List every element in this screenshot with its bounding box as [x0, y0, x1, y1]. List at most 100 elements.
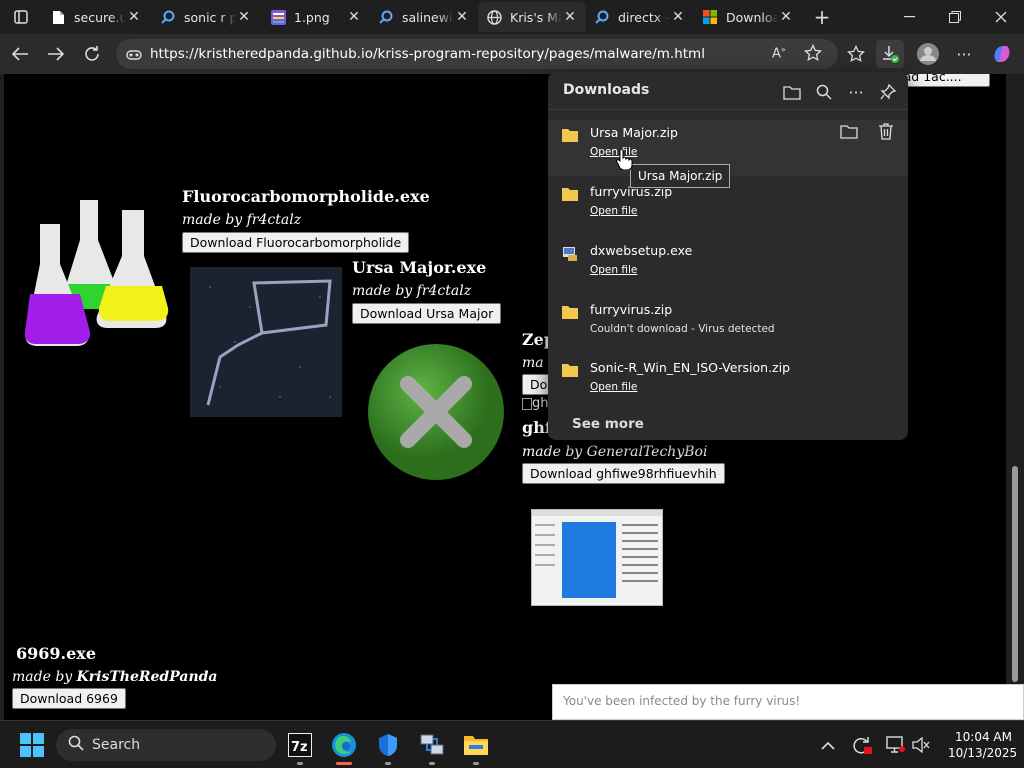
new-tab-button[interactable]: +: [802, 0, 842, 34]
tab-5[interactable]: directx - ✕: [586, 2, 694, 32]
page-scrollbar[interactable]: [1006, 74, 1024, 720]
download-6969-button[interactable]: Download 6969: [12, 688, 126, 709]
folder-icon: [562, 129, 578, 142]
download-ursa-major-button[interactable]: Download Ursa Major: [352, 303, 502, 324]
globe-icon: [486, 9, 502, 25]
constellation-image: [190, 267, 342, 417]
close-window-button[interactable]: [978, 0, 1024, 34]
windows-start-icon[interactable]: [12, 725, 52, 765]
back-button[interactable]: [6, 40, 34, 68]
tab-title: Kris's Ma: [510, 9, 562, 25]
sync-alert-icon[interactable]: [844, 725, 880, 765]
restore-button[interactable]: [932, 0, 978, 34]
download-zep-button[interactable]: Do: [522, 374, 550, 395]
defender-icon[interactable]: [368, 725, 408, 765]
downloads-icon[interactable]: [876, 40, 904, 68]
tab-title: 1.png: [294, 9, 330, 25]
infection-notification: You've been infected by the furry virus!: [552, 684, 1024, 720]
tab-title: salinewin: [402, 9, 454, 25]
taskbar: Search 7z 10:04 AM 10/13/2025: [0, 720, 1024, 768]
minimize-button[interactable]: [886, 0, 932, 34]
copilot-icon[interactable]: [988, 40, 1016, 68]
close-tab-icon[interactable]: ✕: [346, 9, 362, 25]
tab-title: secure.ul: [74, 9, 126, 25]
program-title: Ursa Major.exe: [352, 258, 487, 277]
open-file-link[interactable]: Open file: [590, 381, 637, 393]
edge-icon[interactable]: [324, 725, 364, 765]
close-tab-icon[interactable]: ✕: [778, 9, 794, 25]
image-icon: [270, 9, 286, 25]
close-tab-icon[interactable]: ✕: [454, 9, 470, 25]
download-item[interactable]: dxwebsetup.exe Open file: [548, 238, 908, 294]
favorite-star-icon[interactable]: [804, 43, 822, 65]
broken-image-icon: [522, 397, 532, 410]
search-placeholder: Search: [92, 737, 141, 753]
7zip-icon[interactable]: 7z: [280, 725, 320, 765]
browser-toolbar: https://kristheredpanda.github.io/kriss-…: [0, 34, 1024, 74]
volume-muted-icon[interactable]: [906, 725, 936, 765]
scrollbar-thumb[interactable]: [1012, 466, 1018, 682]
tab-3[interactable]: salinewin ✕: [370, 2, 478, 32]
lock-icon[interactable]: [126, 46, 142, 65]
close-tab-icon[interactable]: ✕: [670, 9, 686, 25]
tab-4-active[interactable]: Kris's Ma ✕: [478, 2, 586, 32]
open-downloads-folder-icon[interactable]: [780, 80, 804, 104]
panel-divider: [548, 109, 908, 110]
tab-bar: secure.ul ✕ sonic r pc ✕ 1.png ✕ salinew…: [0, 0, 1024, 34]
taskbar-search[interactable]: Search: [56, 729, 276, 761]
download-name: Ursa Major.zip: [590, 125, 678, 140]
more-menu-icon[interactable]: ···: [950, 40, 978, 68]
program-title: Fluorocarbomorpholide.exe: [182, 187, 430, 206]
downloads-more-icon[interactable]: ···: [844, 80, 868, 104]
search-icon: [68, 735, 84, 755]
address-bar[interactable]: https://kristheredpanda.github.io/kriss-…: [116, 39, 838, 69]
tab-0[interactable]: secure.ul ✕: [42, 2, 150, 32]
pin-icon[interactable]: [876, 80, 900, 104]
delete-icon[interactable]: [878, 123, 894, 143]
open-file-link[interactable]: Open file: [590, 264, 637, 276]
show-hidden-icons-icon[interactable]: [810, 725, 846, 765]
running-indicator: [473, 762, 479, 765]
program-author: made by fr4ctalz: [182, 212, 302, 228]
see-more-link[interactable]: See more: [572, 416, 644, 432]
tab-1[interactable]: sonic r pc ✕: [152, 2, 260, 32]
program-title: 6969.exe: [16, 644, 96, 663]
running-indicator: [385, 762, 391, 765]
clock-time: 10:04 AM: [955, 730, 1012, 744]
tab-2[interactable]: 1.png ✕: [262, 2, 370, 32]
broken-image-alt: gh: [532, 396, 549, 411]
download-item[interactable]: furryvirus.zip Couldn't download - Virus…: [548, 297, 908, 353]
installer-icon: [563, 247, 577, 261]
download-name: Sonic-R_Win_EN_ISO-Version.zip: [590, 360, 791, 375]
close-tab-icon[interactable]: ✕: [126, 9, 142, 25]
clock-date: 10/13/2025: [948, 746, 1018, 760]
open-file-link[interactable]: Open file: [590, 205, 637, 217]
hand-cursor-icon: [616, 148, 634, 173]
tab-6[interactable]: Downloa ✕: [694, 2, 802, 32]
tab-actions-icon[interactable]: [2, 0, 40, 34]
url-text: https://kristheredpanda.github.io/kriss-…: [150, 46, 705, 62]
system-clock[interactable]: 10:04 AM 10/13/2025: [948, 729, 1018, 761]
favorites-icon[interactable]: [842, 40, 870, 68]
downloads-title: Downloads: [563, 82, 650, 98]
running-indicator: [297, 762, 303, 765]
refresh-button[interactable]: [78, 40, 106, 68]
folder-icon: [562, 364, 578, 377]
close-tab-icon[interactable]: ✕: [562, 9, 578, 25]
network-app-icon[interactable]: [412, 725, 452, 765]
profile-avatar[interactable]: [914, 40, 942, 68]
tab-title: directx -: [618, 9, 670, 25]
forward-button[interactable]: [42, 40, 70, 68]
show-in-folder-icon[interactable]: [840, 124, 858, 142]
tooltip: Ursa Major.zip: [630, 164, 731, 188]
read-aloud-icon[interactable]: A»: [772, 45, 786, 61]
flasks-image: [20, 194, 176, 350]
download-item[interactable]: Sonic-R_Win_EN_ISO-Version.zip Open file: [548, 355, 908, 411]
close-tab-icon[interactable]: ✕: [236, 9, 252, 25]
search-icon: [594, 9, 610, 25]
error-x-image: [366, 342, 506, 482]
file-explorer-icon[interactable]: [456, 725, 496, 765]
search-downloads-icon[interactable]: [812, 80, 836, 104]
download-ghfiwe98rhfiuevhih-button[interactable]: Download ghfiwe98rhfiuevhih: [522, 463, 725, 484]
download-fluorocarbomorpholide-button[interactable]: Download Fluorocarbomorpholide: [182, 232, 410, 253]
